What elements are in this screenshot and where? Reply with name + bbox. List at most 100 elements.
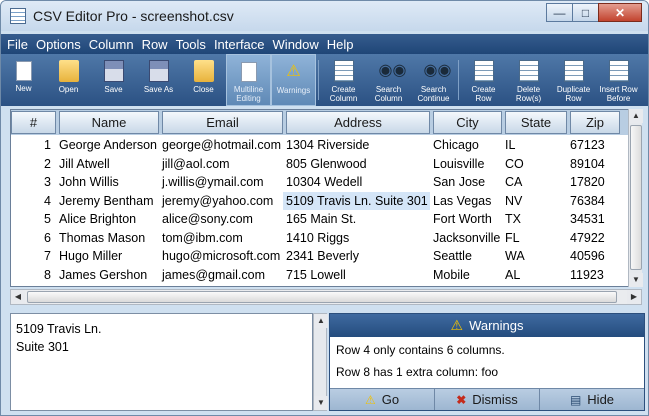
row-number[interactable]: 7: [11, 247, 56, 266]
grid-cell[interactable]: Chicago: [430, 136, 502, 155]
save-as-button[interactable]: Save As: [136, 54, 181, 106]
grid-cell[interactable]: CO: [502, 155, 567, 174]
multiline-editor[interactable]: 5109 Travis Ln. Suite 301: [10, 313, 313, 411]
table-row-selected[interactable]: 4 Jeremy Bentham jeremy@yahoo.com 5109 T…: [11, 191, 620, 211]
menu-column[interactable]: Column: [89, 37, 134, 52]
grid-cell[interactable]: 89104: [567, 155, 620, 174]
grid-cell[interactable]: 76384: [567, 192, 620, 211]
menu-file[interactable]: File: [7, 37, 28, 52]
table-row[interactable]: 7 Hugo Miller hugo@microsoft.com 2341 Be…: [11, 247, 620, 266]
go-button[interactable]: ⚠ Go: [330, 389, 435, 410]
grid-cell[interactable]: Louisville: [430, 155, 502, 174]
grid-cell[interactable]: j.willis@ymail.com: [159, 173, 283, 192]
warning-message[interactable]: Row 8 has 1 extra column: foo: [336, 365, 644, 381]
grid-cell[interactable]: Thomas Mason: [56, 229, 159, 248]
grid-cell[interactable]: george@hotmail.com: [159, 136, 283, 155]
row-number[interactable]: 6: [11, 229, 56, 248]
grid-cell[interactable]: Jacksonville: [430, 229, 502, 248]
menu-tools[interactable]: Tools: [176, 37, 206, 52]
grid-cell[interactable]: FL: [502, 229, 567, 248]
maximize-button[interactable]: □: [572, 3, 599, 22]
grid-cell[interactable]: Alice Brighton: [56, 210, 159, 229]
dismiss-button[interactable]: ✖ Dismiss: [435, 389, 540, 410]
grid-cell[interactable]: John Willis: [56, 173, 159, 192]
scroll-up-arrow-icon[interactable]: ▲: [314, 314, 328, 328]
scroll-right-arrow-icon[interactable]: ▶: [627, 290, 641, 304]
scroll-down-arrow-icon[interactable]: ▼: [314, 396, 328, 410]
grid-cell[interactable]: NV: [502, 192, 567, 211]
row-number[interactable]: 1: [11, 136, 56, 155]
menu-interface[interactable]: Interface: [214, 37, 265, 52]
grid-cell[interactable]: AL: [502, 266, 567, 285]
row-number[interactable]: 2: [11, 155, 56, 174]
warning-message[interactable]: Row 4 only contains 6 columns.: [336, 343, 644, 359]
insert-row-before-button[interactable]: Insert Row Before: [596, 54, 641, 106]
row-number[interactable]: 4: [11, 192, 56, 211]
grid-horizontal-scrollbar[interactable]: ◀ ▶: [10, 289, 642, 305]
table-row[interactable]: 6 Thomas Mason tom@ibm.com 1410 Riggs Ja…: [11, 229, 620, 248]
grid-cell[interactable]: CA: [502, 173, 567, 192]
table-row[interactable]: 3 John Willis j.willis@ymail.com 10304 W…: [11, 173, 620, 192]
grid-cell[interactable]: 34531: [567, 210, 620, 229]
minimize-button[interactable]: —: [546, 3, 573, 22]
grid-cell[interactable]: 17820: [567, 173, 620, 192]
grid-cell[interactable]: San Jose: [430, 173, 502, 192]
grid-cell[interactable]: jill@aol.com: [159, 155, 283, 174]
grid-cell[interactable]: WA: [502, 247, 567, 266]
table-row[interactable]: 2 Jill Atwell jill@aol.com 805 Glenwood …: [11, 155, 620, 174]
search-column-button[interactable]: ◉◉ Search Column: [366, 54, 411, 106]
create-row-button[interactable]: Create Row: [461, 54, 506, 106]
menu-options[interactable]: Options: [36, 37, 81, 52]
row-number[interactable]: 5: [11, 210, 56, 229]
grid-cell[interactable]: Seattle: [430, 247, 502, 266]
menu-row[interactable]: Row: [142, 37, 168, 52]
grid-cell[interactable]: Jeremy Bentham: [56, 192, 159, 211]
menu-window[interactable]: Window: [273, 37, 319, 52]
grid-cell[interactable]: Fort Worth: [430, 210, 502, 229]
grid-cell[interactable]: James Gershon: [56, 266, 159, 285]
grid-cell[interactable]: 165 Main St.: [283, 210, 430, 229]
table-row[interactable]: 1 George Anderson george@hotmail.com 130…: [11, 136, 620, 155]
column-header[interactable]: City: [433, 111, 502, 134]
warnings-toggle[interactable]: ⚠ Warnings: [271, 54, 316, 106]
grid-cell[interactable]: 11923: [567, 266, 620, 285]
new-button[interactable]: New: [1, 54, 46, 106]
grid-cell[interactable]: 805 Glenwood: [283, 155, 430, 174]
column-header[interactable]: Email: [162, 111, 283, 134]
grid-cell[interactable]: 2341 Beverly: [283, 247, 430, 266]
title-bar[interactable]: CSV Editor Pro - screenshot.csv — □ ✕: [1, 1, 648, 31]
grid-cell[interactable]: TX: [502, 210, 567, 229]
grid-cell[interactable]: tom@ibm.com: [159, 229, 283, 248]
close-file-button[interactable]: Close: [181, 54, 226, 106]
duplicate-row-button[interactable]: Duplicate Row: [551, 54, 596, 106]
open-button[interactable]: Open: [46, 54, 91, 106]
column-header[interactable]: #: [11, 111, 56, 134]
scroll-up-arrow-icon[interactable]: ▲: [629, 109, 643, 123]
column-header[interactable]: Name: [59, 111, 159, 134]
grid-cell[interactable]: Hugo Miller: [56, 247, 159, 266]
multiline-editing-toggle[interactable]: Multiline Editing: [226, 54, 271, 106]
multiline-editor-text[interactable]: 5109 Travis Ln. Suite 301: [16, 320, 101, 356]
grid-cell[interactable]: 40596: [567, 247, 620, 266]
table-row[interactable]: 8 James Gershon james@gmail.com 715 Lowe…: [11, 266, 620, 285]
menu-help[interactable]: Help: [327, 37, 354, 52]
selected-cell[interactable]: 5109 Travis Ln. Suite 301: [283, 191, 430, 210]
save-button[interactable]: Save: [91, 54, 136, 106]
scrollbar-thumb[interactable]: [27, 291, 617, 303]
grid-cell[interactable]: 47922: [567, 229, 620, 248]
delete-rows-button[interactable]: Delete Row(s): [506, 54, 551, 106]
grid-cell[interactable]: Las Vegas: [430, 192, 502, 211]
row-number[interactable]: 3: [11, 173, 56, 192]
grid-cell[interactable]: 715 Lowell: [283, 266, 430, 285]
column-header[interactable]: Address: [286, 111, 430, 134]
row-number[interactable]: 8: [11, 266, 56, 285]
column-header[interactable]: State: [505, 111, 567, 134]
grid-cell[interactable]: 1410 Riggs: [283, 229, 430, 248]
editor-vertical-scrollbar[interactable]: ▲ ▼: [313, 313, 328, 411]
grid-cell[interactable]: james@gmail.com: [159, 266, 283, 285]
grid-cell[interactable]: alice@sony.com: [159, 210, 283, 229]
grid-cell[interactable]: George Anderson: [56, 136, 159, 155]
table-row[interactable]: 5 Alice Brighton alice@sony.com 165 Main…: [11, 210, 620, 229]
create-column-button[interactable]: Create Column: [321, 54, 366, 106]
grid-cell[interactable]: Jill Atwell: [56, 155, 159, 174]
